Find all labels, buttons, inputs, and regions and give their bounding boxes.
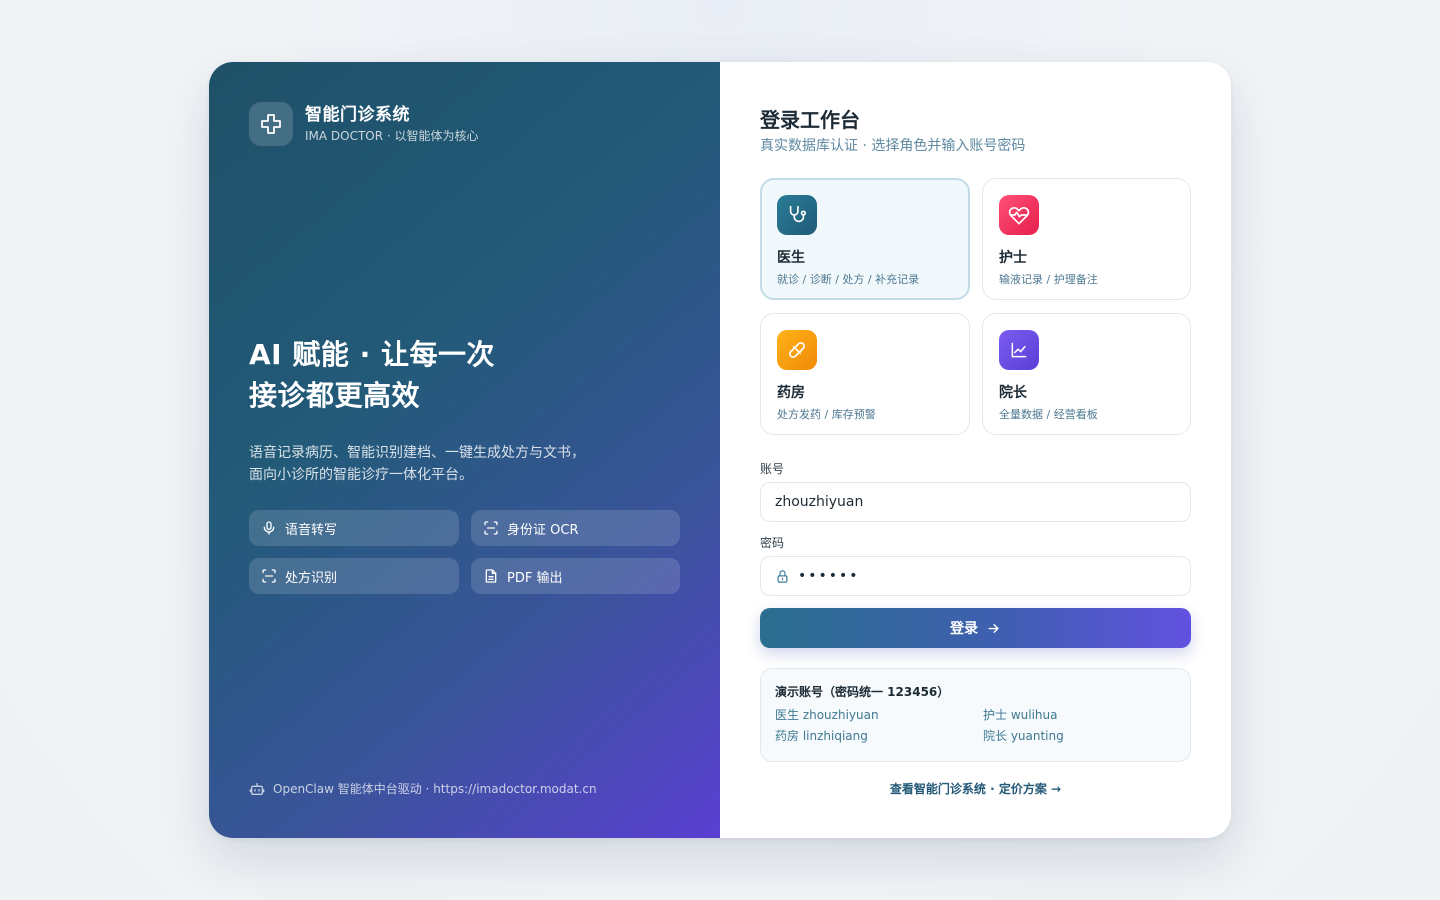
feature-list: 语音转写 身份证 OCR 处方识别 PDF 输出 xyxy=(249,510,680,594)
role-description: 处方发药 / 库存预警 xyxy=(777,408,876,421)
role-description: 输液记录 / 护理备注 xyxy=(999,273,1098,286)
hero-line-1: AI 赋能 · 让每一次 xyxy=(249,338,495,371)
login-button[interactable]: 登录 xyxy=(760,608,1191,648)
role-description: 就诊 / 诊断 / 处方 / 补充记录 xyxy=(777,273,920,286)
demo-account-doctor[interactable]: 医生 zhouzhiyuan xyxy=(775,706,983,723)
pill-icon xyxy=(777,330,817,370)
role-card-nurse[interactable]: 护士 输液记录 / 护理备注 xyxy=(982,178,1191,300)
feature-pdf: PDF 输出 xyxy=(471,558,680,594)
feature-label: 处方识别 xyxy=(285,570,338,586)
feature-label: PDF 输出 xyxy=(507,570,563,586)
powered-by-note: OpenClaw 智能体中台驱动 · https://imadoctor.mod… xyxy=(249,780,597,797)
password-value: •••••• xyxy=(798,568,860,584)
feature-label: 身份证 OCR xyxy=(507,522,579,538)
feature-id-ocr: 身份证 OCR xyxy=(471,510,680,546)
role-card-doctor[interactable]: 医生 就诊 / 诊断 / 处方 / 补充记录 xyxy=(760,178,970,300)
password-label: 密码 xyxy=(760,536,785,550)
scan-icon xyxy=(484,521,498,535)
hero-line-2: 接诊都更高效 xyxy=(249,379,421,412)
role-card-pharmacy[interactable]: 药房 处方发药 / 库存预警 xyxy=(760,313,970,435)
feature-voice: 语音转写 xyxy=(249,510,459,546)
role-card-director[interactable]: 院长 全量数据 / 经营看板 xyxy=(982,313,1191,435)
powered-by-text: OpenClaw 智能体中台驱动 · https://imadoctor.mod… xyxy=(273,782,597,796)
hero-description: 语音记录病历、智能识别建档、一键生成处方与文书， 面向小诊所的智能诊疗一体化平台… xyxy=(249,442,585,486)
hero-headline: AI 赋能 · 让每一次 接诊都更高效 xyxy=(249,334,495,416)
feature-prescription: 处方识别 xyxy=(249,558,459,594)
login-panel: 登录工作台 真实数据库认证 · 选择角色并输入账号密码 医生 就诊 / 诊断 /… xyxy=(720,62,1231,838)
microphone-icon xyxy=(263,521,275,535)
role-selector: 医生 就诊 / 诊断 / 处方 / 补充记录 护士 输液记录 / 护理备注 药房… xyxy=(760,178,1191,435)
feature-label: 语音转写 xyxy=(285,522,338,538)
pricing-link[interactable]: 查看智能门诊系统 · 定价方案 → xyxy=(760,780,1191,797)
login-button-label: 登录 xyxy=(950,621,978,637)
lock-icon xyxy=(777,569,788,583)
login-title: 登录工作台 xyxy=(760,108,860,132)
brand: 智能门诊系统 IMA DOCTOR · 以智能体为核心 xyxy=(249,102,479,146)
account-label: 账号 xyxy=(760,462,785,476)
demo-accounts-title: 演示账号（密码统一 123456） xyxy=(775,685,950,699)
chart-icon xyxy=(999,330,1039,370)
demo-account-director[interactable]: 院长 yuanting xyxy=(983,727,1183,744)
account-input[interactable]: zhouzhiyuan xyxy=(760,482,1191,522)
brand-title: 智能门诊系统 xyxy=(305,105,410,125)
scan-icon xyxy=(262,569,276,583)
demo-account-nurse[interactable]: 护士 wulihua xyxy=(983,706,1183,723)
password-input[interactable]: •••••• xyxy=(760,556,1191,596)
robot-icon xyxy=(249,782,265,795)
heart-pulse-icon xyxy=(999,195,1039,235)
stethoscope-icon xyxy=(777,195,817,235)
role-name: 药房 xyxy=(777,385,805,401)
description-line-2: 面向小诊所的智能诊疗一体化平台。 xyxy=(249,467,473,483)
demo-accounts-grid: 医生 zhouzhiyuan 护士 wulihua 药房 linzhiqiang… xyxy=(775,706,1176,744)
role-name: 护士 xyxy=(999,250,1027,266)
hero-panel: 智能门诊系统 IMA DOCTOR · 以智能体为核心 AI 赋能 · 让每一次… xyxy=(209,62,720,838)
description-line-1: 语音记录病历、智能识别建档、一键生成处方与文书， xyxy=(249,445,585,461)
login-subtitle: 真实数据库认证 · 选择角色并输入账号密码 xyxy=(760,138,1026,154)
arrow-right-icon xyxy=(988,623,999,633)
medical-cross-icon xyxy=(249,102,293,146)
demo-accounts-box: 演示账号（密码统一 123456） 医生 zhouzhiyuan 护士 wuli… xyxy=(760,668,1191,762)
role-name: 医生 xyxy=(777,250,805,266)
demo-account-pharmacy[interactable]: 药房 linzhiqiang xyxy=(775,727,983,744)
role-description: 全量数据 / 经营看板 xyxy=(999,408,1098,421)
document-icon xyxy=(485,569,497,583)
login-card: 智能门诊系统 IMA DOCTOR · 以智能体为核心 AI 赋能 · 让每一次… xyxy=(209,62,1231,838)
account-value: zhouzhiyuan xyxy=(775,494,864,510)
role-name: 院长 xyxy=(999,385,1027,401)
brand-subtitle: IMA DOCTOR · 以智能体为核心 xyxy=(305,129,479,143)
